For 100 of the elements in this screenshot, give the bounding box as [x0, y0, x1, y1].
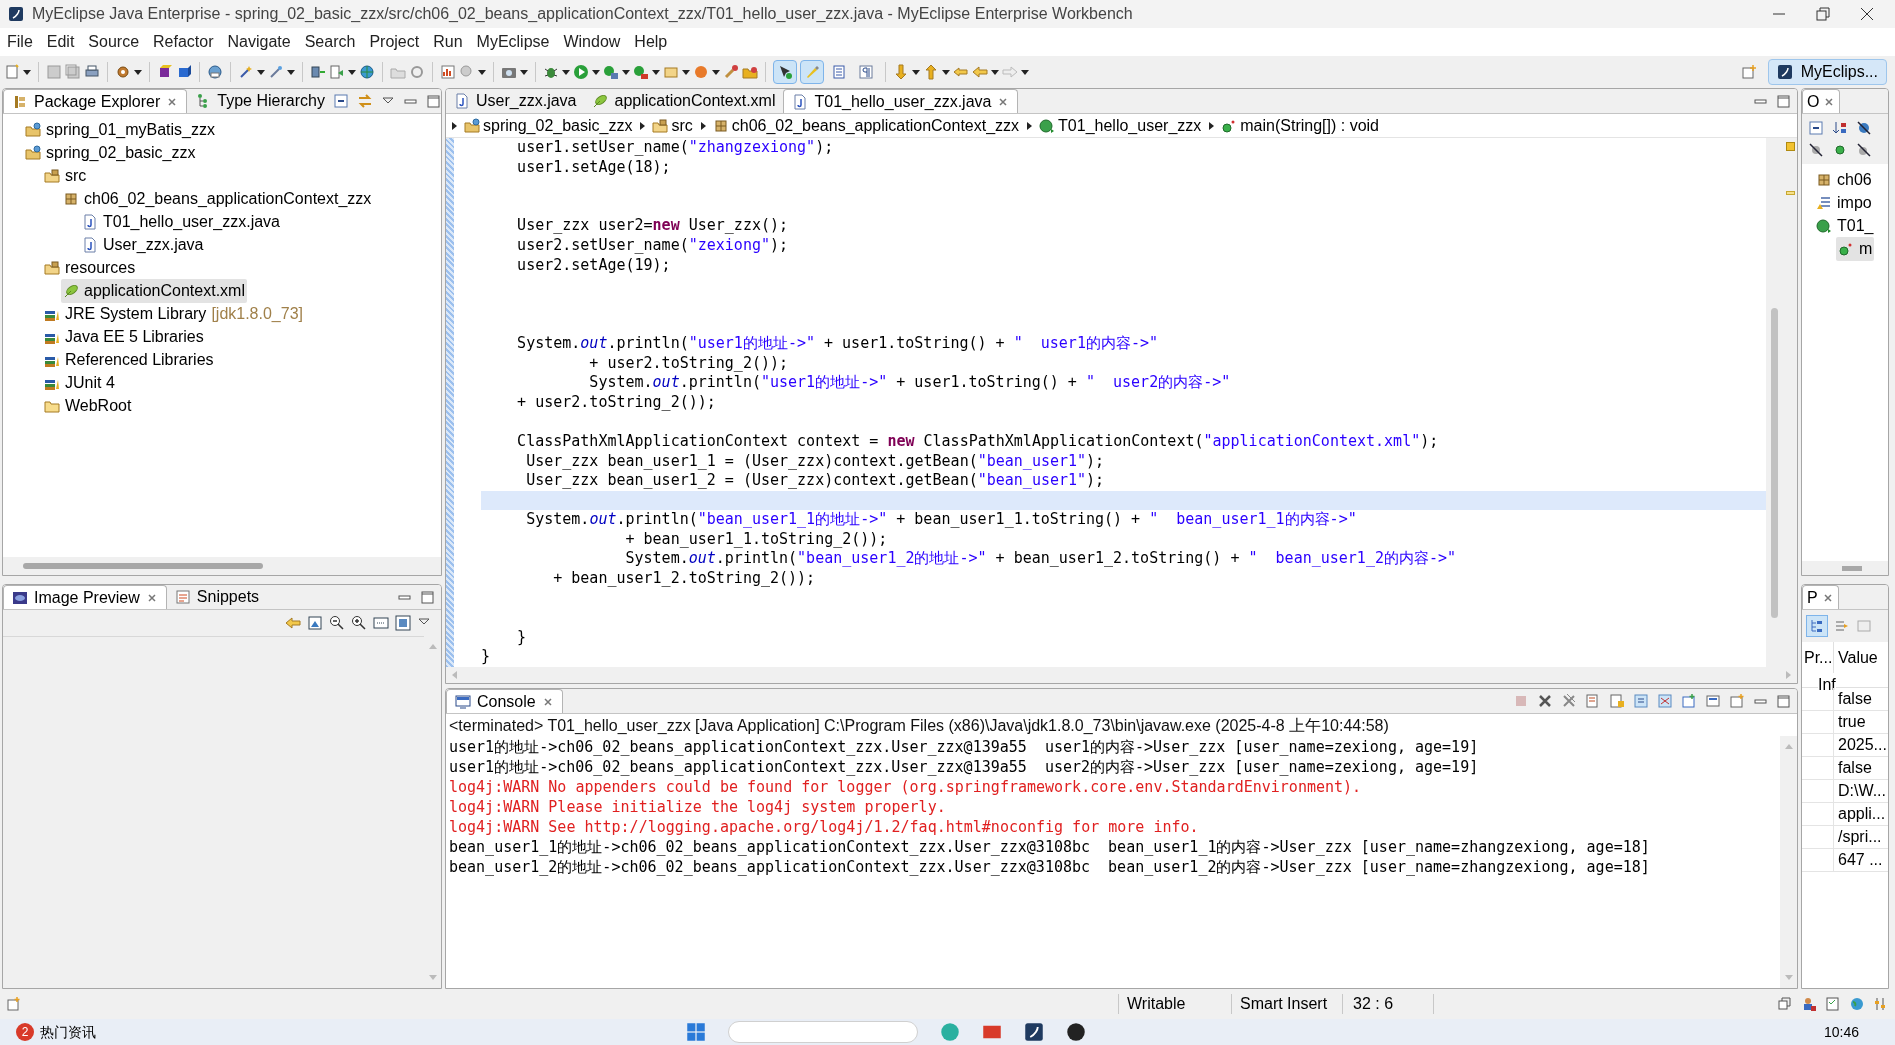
fit-icon[interactable]: [307, 615, 323, 631]
panel-tab[interactable]: P: [1802, 585, 1839, 609]
tree-item[interactable]: m: [1836, 236, 1875, 261]
caret-icon[interactable]: [912, 68, 920, 76]
breadcrumb-item[interactable]: main(String[]) : void: [1219, 113, 1381, 138]
print-icon[interactable]: [84, 64, 100, 80]
panel-tab[interactable]: Console: [446, 689, 563, 713]
menu-item[interactable]: Project: [362, 30, 427, 54]
restore-icon[interactable]: [1815, 6, 1831, 22]
wand-icon[interactable]: [268, 64, 284, 80]
chart-icon[interactable]: [440, 64, 456, 80]
scrollbar-thumb[interactable]: [23, 563, 263, 569]
pin-icon[interactable]: [1633, 693, 1649, 709]
wand-icon[interactable]: [238, 64, 254, 80]
categories-button[interactable]: [1806, 615, 1828, 637]
tree-item[interactable]: impo: [1814, 190, 1874, 215]
tree-item[interactable]: WebRoot: [42, 393, 134, 418]
tree-item[interactable]: JRE System Library [jdk1.8.0_73]: [42, 301, 305, 326]
maximize-icon[interactable]: [1776, 93, 1791, 109]
zoom-in-icon[interactable]: [351, 615, 367, 631]
toggle-button[interactable]: [800, 60, 824, 84]
tree-item[interactable]: Java EE 5 Libraries: [42, 324, 206, 349]
fit-window-icon[interactable]: [395, 615, 411, 631]
display-console-icon[interactable]: [1681, 693, 1697, 709]
app-icon[interactable]: [1024, 1022, 1044, 1042]
scrollbar-thumb[interactable]: [1771, 308, 1778, 618]
zoom-out-icon[interactable]: [329, 615, 345, 631]
collapse-all-icon[interactable]: [1808, 120, 1824, 136]
warning-marker[interactable]: [1785, 142, 1795, 151]
scroll-lock-icon[interactable]: [1609, 693, 1625, 709]
tree-item[interactable]: applicationContext.xml: [61, 278, 247, 303]
menu-item[interactable]: Run: [426, 30, 470, 54]
menu-item[interactable]: Navigate: [220, 30, 298, 54]
caret-icon[interactable]: [592, 68, 600, 76]
menu-item[interactable]: MyEclipse: [469, 30, 557, 54]
app-icon[interactable]: [1066, 1022, 1086, 1042]
breadcrumb-item[interactable]: T01_hello_user_zzx: [1037, 113, 1204, 138]
chevron-icon[interactable]: [1025, 120, 1034, 131]
folder-icon[interactable]: [742, 64, 758, 80]
maximize-icon[interactable]: [1776, 693, 1791, 709]
tree-item[interactable]: ch06_02_beans_applicationContext_zzx: [61, 186, 374, 211]
search-field[interactable]: [728, 1021, 918, 1043]
run-server-icon[interactable]: [633, 64, 649, 80]
caret-icon[interactable]: [257, 68, 265, 76]
restore-icon[interactable]: [1777, 996, 1793, 1012]
clear-console-icon[interactable]: [1585, 693, 1601, 709]
tree-item[interactable]: Referenced Libraries: [42, 347, 216, 372]
cube-icon[interactable]: [157, 64, 173, 80]
tasks-icon[interactable]: [1825, 996, 1841, 1012]
maximize-icon[interactable]: [425, 93, 441, 109]
hide-static-icon[interactable]: [1808, 142, 1824, 158]
refresh-icon[interactable]: [409, 64, 425, 80]
maximize-icon[interactable]: [420, 589, 435, 605]
chevron-icon[interactable]: [1207, 120, 1216, 131]
news-widget[interactable]: 2 热门资讯: [16, 1021, 96, 1043]
panel-tab[interactable]: T01_hello_user_zzx.java: [783, 89, 1019, 113]
tree-item[interactable]: T01_hello_user_zzx.java: [80, 209, 282, 234]
caret-icon[interactable]: [652, 68, 660, 76]
caret-icon[interactable]: [348, 68, 356, 76]
person-icon[interactable]: [1801, 996, 1817, 1012]
caret-icon[interactable]: [134, 68, 142, 76]
back-icon[interactable]: [285, 615, 301, 631]
chevron-icon[interactable]: [450, 120, 458, 131]
perspective-button[interactable]: MyEclips...: [1767, 59, 1887, 85]
toggle-button[interactable]: [773, 60, 797, 84]
wrench-icon[interactable]: [723, 64, 739, 80]
breadcrumb-item[interactable]: src: [650, 113, 695, 138]
panel-tab[interactable]: O: [1802, 89, 1841, 113]
scrollbar-thumb[interactable]: [1842, 565, 1862, 571]
sort-icon[interactable]: [1832, 120, 1848, 136]
dot-icon[interactable]: [1832, 142, 1848, 158]
breadcrumb-item[interactable]: spring_02_basic_zzx: [462, 113, 635, 138]
panel-tab[interactable]: Image Preview: [3, 585, 167, 609]
occurrence-marker[interactable]: [1785, 191, 1795, 195]
collapse-all-icon[interactable]: [332, 93, 349, 109]
caret-icon[interactable]: [23, 68, 31, 76]
close-icon[interactable]: [1859, 6, 1875, 22]
chevron-icon[interactable]: [698, 120, 707, 131]
caret-icon[interactable]: [622, 68, 630, 76]
caret-icon[interactable]: [682, 68, 690, 76]
caret-icon[interactable]: [942, 68, 950, 76]
windows-logo-icon[interactable]: [686, 1022, 706, 1042]
menu-item[interactable]: Search: [297, 30, 363, 54]
tree-item[interactable]: T01_: [1814, 213, 1876, 238]
panel-tab[interactable]: Package Explorer: [3, 89, 188, 113]
actual-size-icon[interactable]: [373, 615, 389, 631]
cube-icon[interactable]: [176, 64, 192, 80]
caret-icon[interactable]: [287, 68, 295, 76]
caret-icon[interactable]: [520, 68, 528, 76]
menu-item[interactable]: Window: [556, 30, 628, 54]
column-header[interactable]: Pr...: [1804, 646, 1833, 670]
tree-item[interactable]: spring_02_basic_zzx: [23, 140, 198, 165]
link-icon[interactable]: [356, 93, 373, 109]
menu-item[interactable]: Source: [81, 30, 147, 54]
new-console-icon[interactable]: [1729, 693, 1745, 709]
menu-item[interactable]: File: [0, 30, 40, 54]
caret-icon[interactable]: [562, 68, 570, 76]
open-console-icon[interactable]: [1705, 693, 1721, 709]
word-wrap-icon[interactable]: [1657, 693, 1673, 709]
caret-icon[interactable]: [478, 68, 486, 76]
